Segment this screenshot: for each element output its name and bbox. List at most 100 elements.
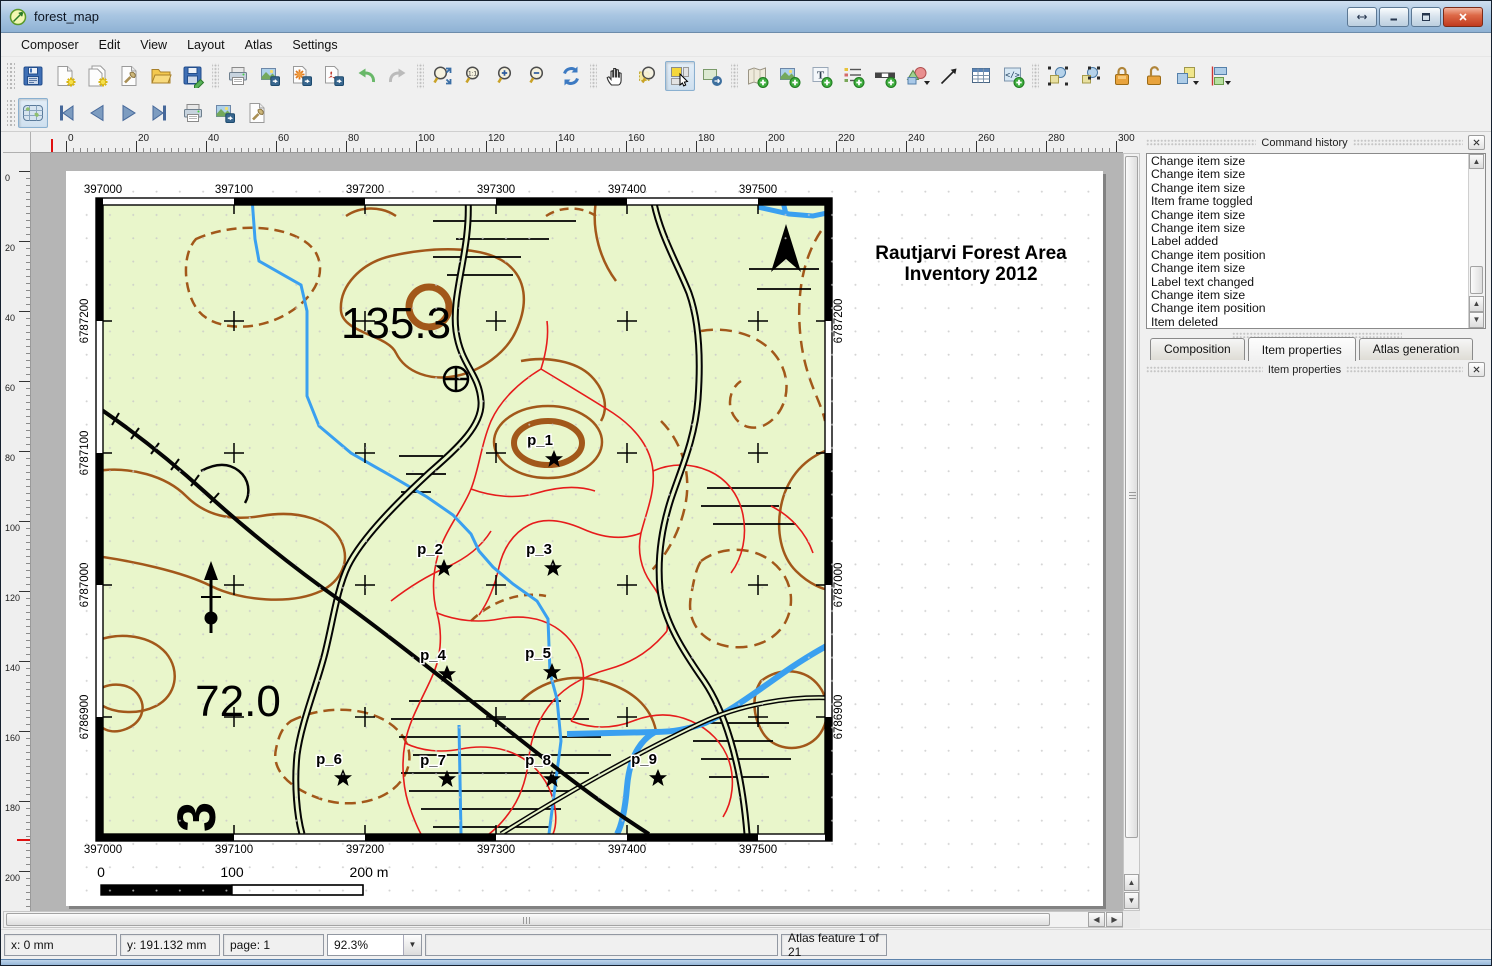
item-properties-dock-title[interactable]: Item properties bbox=[1142, 360, 1489, 379]
horizontal-scrollbar-thumb[interactable] bbox=[6, 913, 1050, 926]
menu-settings[interactable]: Settings bbox=[282, 35, 347, 55]
add-html-frame-button[interactable]: </> bbox=[998, 61, 1028, 91]
print-button[interactable] bbox=[223, 61, 253, 91]
vertical-scrollbar-thumb[interactable] bbox=[1125, 156, 1138, 838]
history-item[interactable]: Change item size bbox=[1148, 182, 1467, 195]
status-y: y: 191.132 mm bbox=[120, 934, 220, 956]
zoom-full-button[interactable] bbox=[428, 61, 458, 91]
history-item[interactable]: Change item size bbox=[1148, 262, 1467, 275]
add-shape-button[interactable] bbox=[902, 61, 932, 91]
zoom-100-button[interactable]: 1:1 bbox=[460, 61, 490, 91]
atlas-settings-button[interactable] bbox=[242, 98, 272, 128]
pan-button[interactable] bbox=[601, 61, 631, 91]
print-atlas-button[interactable] bbox=[178, 98, 208, 128]
scroll-up-button[interactable]: ▲ bbox=[1124, 874, 1139, 891]
refresh-view-button[interactable] bbox=[556, 61, 586, 91]
window-arrange-button[interactable] bbox=[1347, 7, 1377, 27]
select-move-item-button[interactable] bbox=[665, 61, 695, 91]
minimize-button[interactable] bbox=[1379, 7, 1409, 27]
menu-view[interactable]: View bbox=[130, 35, 177, 55]
history-item[interactable]: Change item position bbox=[1148, 302, 1467, 315]
zoom-level-combo[interactable]: 92.3% ▼ bbox=[327, 934, 422, 956]
zoom-combo-dropdown-button[interactable]: ▼ bbox=[403, 935, 421, 955]
tab-atlas-generation[interactable]: Atlas generation bbox=[1359, 338, 1474, 360]
scalebar-item[interactable]: 0 100 200 m bbox=[97, 864, 388, 895]
map-title-item[interactable]: Rautjarvi Forest Area Inventory 2012 bbox=[801, 243, 1123, 285]
history-scroll-up-button[interactable]: ▲ bbox=[1469, 154, 1484, 169]
grid-coordinate-label: 6787000 bbox=[833, 563, 845, 608]
new-composition-button[interactable] bbox=[50, 61, 80, 91]
command-history-close-button[interactable] bbox=[1468, 135, 1485, 150]
history-item[interactable]: Change item size bbox=[1148, 155, 1467, 168]
titlebar[interactable]: forest_map bbox=[1, 1, 1491, 33]
zoom-in-button[interactable] bbox=[492, 61, 522, 91]
duplicate-composition-button[interactable] bbox=[82, 61, 112, 91]
add-label-button[interactable]: T bbox=[806, 61, 836, 91]
canvas-vertical-scrollbar[interactable]: ▲ ▼ bbox=[1123, 153, 1140, 911]
close-button[interactable] bbox=[1443, 7, 1483, 27]
maximize-button[interactable] bbox=[1411, 7, 1441, 27]
ruler-number: 200 bbox=[768, 133, 785, 144]
history-scroll-down-button[interactable]: ▼ bbox=[1469, 312, 1484, 328]
history-item[interactable]: Change item position bbox=[1148, 249, 1467, 262]
export-as-pdf-button[interactable] bbox=[319, 61, 349, 91]
history-item[interactable]: Change item size bbox=[1148, 222, 1467, 235]
menu-layout[interactable]: Layout bbox=[177, 35, 235, 55]
save-project-button[interactable] bbox=[18, 61, 48, 91]
first-feature-button[interactable] bbox=[50, 98, 80, 128]
ruler-number: 60 bbox=[278, 133, 289, 144]
align-items-button[interactable] bbox=[1203, 61, 1233, 91]
previous-feature-button[interactable] bbox=[82, 98, 112, 128]
scroll-down-button[interactable]: ▼ bbox=[1124, 892, 1139, 909]
menu-atlas[interactable]: Atlas bbox=[235, 35, 283, 55]
history-item[interactable]: Item deleted bbox=[1148, 316, 1467, 328]
export-as-svg-button[interactable] bbox=[287, 61, 317, 91]
add-attribute-table-button[interactable] bbox=[966, 61, 996, 91]
menu-composer[interactable]: Composer bbox=[11, 35, 89, 55]
unlock-items-button[interactable] bbox=[1139, 61, 1169, 91]
composition-page[interactable]: 135.3 72.0 3 3970 bbox=[66, 171, 1103, 906]
menu-edit[interactable]: Edit bbox=[89, 35, 131, 55]
preview-atlas-button[interactable] bbox=[18, 98, 48, 128]
redo-button[interactable] bbox=[383, 61, 413, 91]
history-item[interactable]: Change item size bbox=[1148, 289, 1467, 302]
lock-items-button[interactable] bbox=[1107, 61, 1137, 91]
composition-manager-button[interactable] bbox=[114, 61, 144, 91]
export-atlas-as-image-button[interactable] bbox=[210, 98, 240, 128]
zoom-tool-button[interactable] bbox=[633, 61, 663, 91]
history-item[interactable]: Change item size bbox=[1148, 168, 1467, 181]
add-image-button[interactable] bbox=[774, 61, 804, 91]
item-properties-close-button[interactable] bbox=[1468, 362, 1485, 377]
raise-items-button[interactable] bbox=[1171, 61, 1201, 91]
tab-composition[interactable]: Composition bbox=[1150, 338, 1245, 360]
load-from-template-button[interactable] bbox=[146, 61, 176, 91]
export-as-image-button[interactable] bbox=[255, 61, 285, 91]
zoom-out-button[interactable] bbox=[524, 61, 554, 91]
command-history-list[interactable]: Change item sizeChange item sizeChange i… bbox=[1146, 153, 1486, 329]
history-scroll-up2-button[interactable]: ▲ bbox=[1469, 296, 1484, 312]
scroll-left-button[interactable]: ◀ bbox=[1088, 912, 1105, 927]
canvas-horizontal-scrollbar[interactable]: ◀ ▶ bbox=[3, 911, 1123, 928]
history-scrollbar-thumb[interactable] bbox=[1470, 266, 1483, 294]
history-item[interactable]: Item frame toggled bbox=[1148, 195, 1467, 208]
ungroup-items-button[interactable] bbox=[1075, 61, 1105, 91]
tab-item-properties[interactable]: Item properties bbox=[1248, 337, 1356, 361]
composition-canvas[interactable]: 135.3 72.0 3 3970 bbox=[31, 153, 1123, 911]
add-arrow-button[interactable] bbox=[934, 61, 964, 91]
elevation-label: 135.3 bbox=[341, 299, 451, 348]
command-history-scrollbar[interactable]: ▲ ▲ ▼ bbox=[1468, 154, 1485, 328]
history-item[interactable]: Label added bbox=[1148, 235, 1467, 248]
add-scalebar-button[interactable] bbox=[870, 61, 900, 91]
last-feature-button[interactable] bbox=[146, 98, 176, 128]
command-history-dock-title[interactable]: Command history bbox=[1142, 133, 1489, 152]
move-item-content-button[interactable] bbox=[697, 61, 727, 91]
next-feature-button[interactable] bbox=[114, 98, 144, 128]
save-as-template-button[interactable] bbox=[178, 61, 208, 91]
undo-button[interactable] bbox=[351, 61, 381, 91]
scroll-right-button[interactable]: ▶ bbox=[1106, 912, 1123, 927]
add-legend-button[interactable] bbox=[838, 61, 868, 91]
group-items-button[interactable] bbox=[1043, 61, 1073, 91]
history-item[interactable]: Change item size bbox=[1148, 209, 1467, 222]
add-new-map-button[interactable] bbox=[742, 61, 772, 91]
history-item[interactable]: Label text changed bbox=[1148, 276, 1467, 289]
